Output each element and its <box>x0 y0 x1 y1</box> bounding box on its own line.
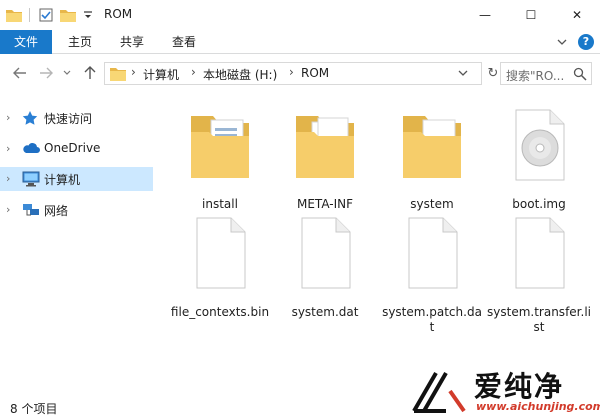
new-folder-icon[interactable] <box>60 7 76 23</box>
tab-share[interactable]: 共享 <box>108 30 156 54</box>
sidebar-item-label: 计算机 <box>44 173 81 187</box>
search-box[interactable]: 搜索"RO... <box>500 62 592 85</box>
breadcrumb-local-disk[interactable]: 本地磁盘 (H:) <box>203 66 277 83</box>
folder-icon <box>185 102 255 184</box>
folder-icon <box>397 102 467 184</box>
file-icon <box>397 210 467 292</box>
file-name: system.patch.dat <box>382 305 482 334</box>
disc-image-icon <box>504 102 574 184</box>
up-button[interactable] <box>80 63 100 83</box>
file-icon <box>290 210 360 292</box>
folder-icon <box>290 102 360 184</box>
properties-icon[interactable] <box>38 7 54 23</box>
recent-locations-button[interactable] <box>60 63 74 83</box>
back-button[interactable] <box>10 63 30 83</box>
watermark-brand: 爱纯净 <box>474 370 565 403</box>
expand-arrow-icon[interactable]: › <box>6 203 10 216</box>
close-button[interactable]: ✕ <box>554 0 600 30</box>
search-placeholder: 搜索"RO... <box>506 69 565 83</box>
expand-arrow-icon[interactable]: › <box>6 111 10 124</box>
breadcrumb-computer[interactable]: 计算机 <box>143 66 179 83</box>
title-separator <box>29 8 30 22</box>
star-icon <box>22 110 40 126</box>
sidebar-item-label: 网络 <box>44 204 69 218</box>
forward-button[interactable] <box>36 63 56 83</box>
file-name: file_contexts.bin <box>170 305 270 319</box>
expand-ribbon-icon[interactable] <box>554 34 570 50</box>
file-name: system.dat <box>291 305 359 319</box>
sidebar-item-onedrive[interactable]: › OneDrive <box>0 137 153 161</box>
file-icon <box>185 210 255 292</box>
network-icon <box>22 202 40 218</box>
breadcrumb-separator: › <box>191 65 196 79</box>
watermark-logo-icon <box>410 367 470 415</box>
maximize-button[interactable]: ☐ <box>508 0 554 30</box>
navigation-pane: › 快速访问 › OneDrive › 计算机 › 网络 <box>0 90 155 395</box>
sidebar-item-quick-access[interactable]: › 快速访问 <box>0 106 153 130</box>
sidebar-item-label: OneDrive <box>44 141 101 155</box>
expand-arrow-icon[interactable]: › <box>6 142 10 155</box>
window-title: ROM <box>104 7 133 21</box>
file-item-install[interactable]: install <box>168 94 272 216</box>
tab-view[interactable]: 查看 <box>160 30 208 54</box>
file-icon <box>504 210 574 292</box>
sidebar-item-network[interactable]: › 网络 <box>0 198 153 222</box>
file-item-system-dat[interactable]: system.dat <box>273 202 377 324</box>
sidebar-item-label: 快速访问 <box>44 112 93 126</box>
file-item-system-transfer-list[interactable]: system.transfer.list <box>487 202 591 334</box>
file-item-meta-inf[interactable]: META-INF <box>273 94 377 216</box>
breadcrumb-separator: › <box>131 65 136 79</box>
breadcrumb-rom[interactable]: ROM <box>301 66 329 80</box>
file-item-system-patch-dat[interactable]: system.patch.dat <box>380 202 484 334</box>
file-name: system.transfer.list <box>487 305 591 334</box>
cloud-icon <box>22 141 40 157</box>
breadcrumb-separator: › <box>289 65 294 79</box>
file-item-file-contexts[interactable]: file_contexts.bin <box>168 202 272 324</box>
help-icon[interactable]: ? <box>578 34 594 50</box>
customize-toolbar-icon[interactable] <box>80 7 96 23</box>
sidebar-item-computer[interactable]: › 计算机 <box>0 167 153 191</box>
item-count: 8 个项目 <box>10 402 58 416</box>
tab-home[interactable]: 主页 <box>56 30 104 54</box>
navigation-bar: › 计算机 › 本地磁盘 (H:) › ROM ↻ 搜索"RO... <box>0 55 600 90</box>
search-icon <box>573 67 587 81</box>
tab-file[interactable]: 文件 <box>0 30 52 54</box>
address-dropdown-icon[interactable] <box>456 65 470 81</box>
file-item-boot-img[interactable]: boot.img <box>487 94 591 216</box>
ribbon: 文件 主页 共享 查看 ? <box>0 30 600 54</box>
address-bar[interactable]: › 计算机 › 本地磁盘 (H:) › ROM <box>104 62 482 85</box>
file-item-system[interactable]: system <box>380 94 484 216</box>
watermark-url: www.aichunjing.com <box>476 400 600 413</box>
computer-icon <box>22 171 40 187</box>
expand-arrow-icon[interactable]: › <box>6 172 10 185</box>
watermark: 爱纯净 www.aichunjing.com <box>404 362 600 419</box>
title-bar: ROM — ☐ ✕ <box>0 0 600 30</box>
folder-icon <box>110 66 126 81</box>
folder-icon <box>6 7 22 23</box>
minimize-button[interactable]: — <box>462 0 508 30</box>
file-list: install META-INF system boot.img file_co… <box>155 90 600 395</box>
